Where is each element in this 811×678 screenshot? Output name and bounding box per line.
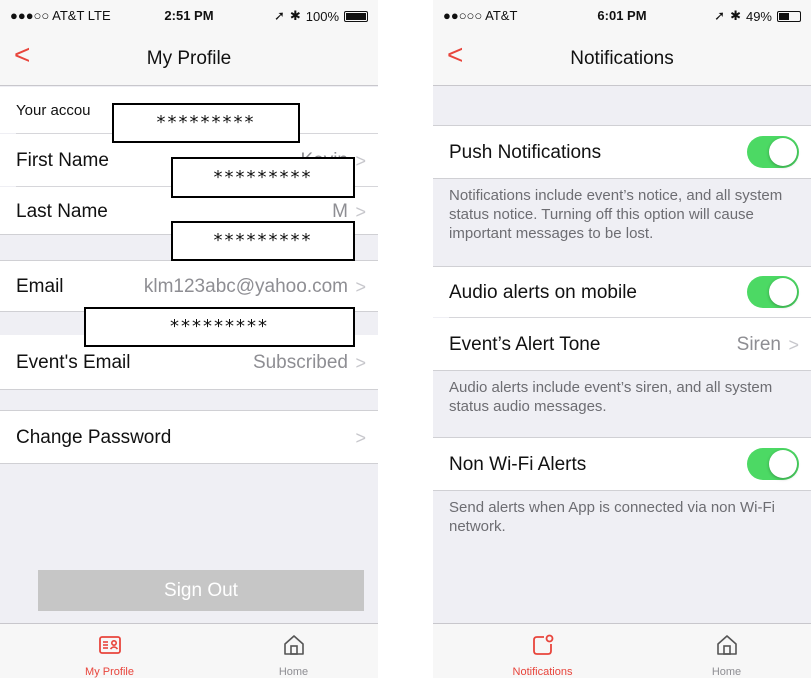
notifications-screen: ●●○○○ AT&T 6:01 PM ➚ ✱ 49% < Notificatio… bbox=[433, 0, 811, 678]
non-wifi-alerts-toggle[interactable] bbox=[747, 448, 799, 480]
chevron-right-icon: > bbox=[355, 428, 366, 448]
non-wifi-alerts-label: Non Wi-Fi Alerts bbox=[449, 454, 587, 475]
redaction-box: ********* bbox=[171, 157, 355, 198]
email-value: klm123abc@yahoo.com bbox=[143, 276, 348, 297]
change-password-row[interactable]: Change Password > bbox=[0, 411, 378, 463]
toggle-knob bbox=[769, 138, 797, 166]
push-notifications-description: Notifications include event’s notice, an… bbox=[449, 187, 783, 242]
tab-home[interactable]: Home bbox=[199, 624, 378, 678]
battery-percent: 49% bbox=[745, 8, 772, 24]
tab-notifications[interactable]: Notifications bbox=[448, 624, 637, 678]
redaction-box: ********* bbox=[171, 221, 355, 261]
battery-percent: 100% bbox=[305, 8, 339, 24]
tab-my-profile[interactable]: My Profile bbox=[15, 624, 204, 678]
redaction-box: ********* bbox=[84, 307, 355, 347]
chevron-right-icon: > bbox=[355, 202, 366, 222]
alert-tone-label: Event’s Alert Tone bbox=[449, 334, 601, 355]
battery-icon bbox=[777, 10, 801, 22]
page-title: My Profile bbox=[146, 48, 232, 69]
events-email-value: Subscribed bbox=[252, 352, 348, 373]
sign-out-button[interactable]: Sign Out bbox=[38, 570, 364, 611]
page-title: Notifications bbox=[570, 48, 674, 69]
battery-icon bbox=[344, 10, 368, 22]
bluetooth-icon: ✱ bbox=[730, 8, 741, 23]
first-name-label: First Name bbox=[16, 150, 109, 171]
bluetooth-icon: ✱ bbox=[289, 8, 301, 23]
chevron-right-icon: > bbox=[788, 335, 799, 355]
chevron-right-icon: > bbox=[355, 277, 366, 297]
status-bar: ●●●○○ AT&T LTE 2:51 PM ➚ ✱ 100% bbox=[0, 0, 378, 30]
battery-level bbox=[346, 12, 366, 20]
status-bar: ●●○○○ AT&T 6:01 PM ➚ ✱ 49% bbox=[433, 0, 811, 30]
home-icon bbox=[284, 635, 304, 655]
last-name-value: M bbox=[332, 201, 348, 222]
audio-alerts-label: Audio alerts on mobile bbox=[449, 282, 637, 303]
tab-label: Home bbox=[278, 666, 309, 678]
audio-alerts-toggle[interactable] bbox=[747, 276, 799, 308]
battery-level bbox=[779, 12, 789, 20]
email-row[interactable]: Email klm123abc@yahoo.com > bbox=[0, 261, 378, 311]
chevron-right-icon: > bbox=[355, 353, 366, 373]
my-profile-screen: ●●●○○ AT&T LTE 2:51 PM ➚ ✱ 100% < My Pro… bbox=[0, 0, 378, 678]
redaction-box: ********* bbox=[112, 103, 300, 143]
change-password-label: Change Password bbox=[16, 427, 172, 448]
profile-card-icon bbox=[99, 636, 121, 654]
push-notifications-label: Push Notifications bbox=[449, 142, 602, 163]
alert-tone-row[interactable]: Event’s Alert Tone Siren > bbox=[433, 318, 811, 370]
account-label: Your accou bbox=[16, 102, 91, 119]
location-icon: ➚ bbox=[273, 8, 285, 23]
tab-bar: Notifications Home bbox=[433, 623, 811, 678]
last-name-label: Last Name bbox=[16, 201, 108, 222]
tab-bar: My Profile Home bbox=[0, 623, 378, 678]
nav-bar: < Notifications bbox=[433, 30, 811, 86]
tab-label: Notifications bbox=[512, 666, 573, 678]
non-wifi-alerts-description: Send alerts when App is connected via no… bbox=[449, 499, 776, 535]
audio-alerts-description: Audio alerts include event’s siren, and … bbox=[449, 379, 773, 415]
tab-label: My Profile bbox=[85, 666, 134, 678]
email-label: Email bbox=[16, 276, 64, 297]
notification-icon bbox=[533, 634, 554, 655]
non-wifi-alerts-row: Non Wi-Fi Alerts bbox=[433, 438, 811, 490]
audio-alerts-row: Audio alerts on mobile bbox=[433, 267, 811, 317]
push-notifications-toggle[interactable] bbox=[747, 136, 799, 168]
push-notifications-row: Push Notifications bbox=[433, 126, 811, 178]
tab-home[interactable]: Home bbox=[632, 624, 811, 678]
toggle-knob bbox=[769, 450, 797, 478]
toggle-knob bbox=[769, 278, 797, 306]
location-icon: ➚ bbox=[714, 8, 726, 23]
nav-bar: < My Profile bbox=[0, 30, 378, 86]
alert-tone-value: Siren bbox=[736, 334, 781, 355]
tab-label: Home bbox=[711, 666, 742, 678]
events-email-label: Event's Email bbox=[16, 352, 131, 373]
chevron-right-icon: > bbox=[355, 151, 366, 171]
home-icon bbox=[717, 635, 737, 655]
